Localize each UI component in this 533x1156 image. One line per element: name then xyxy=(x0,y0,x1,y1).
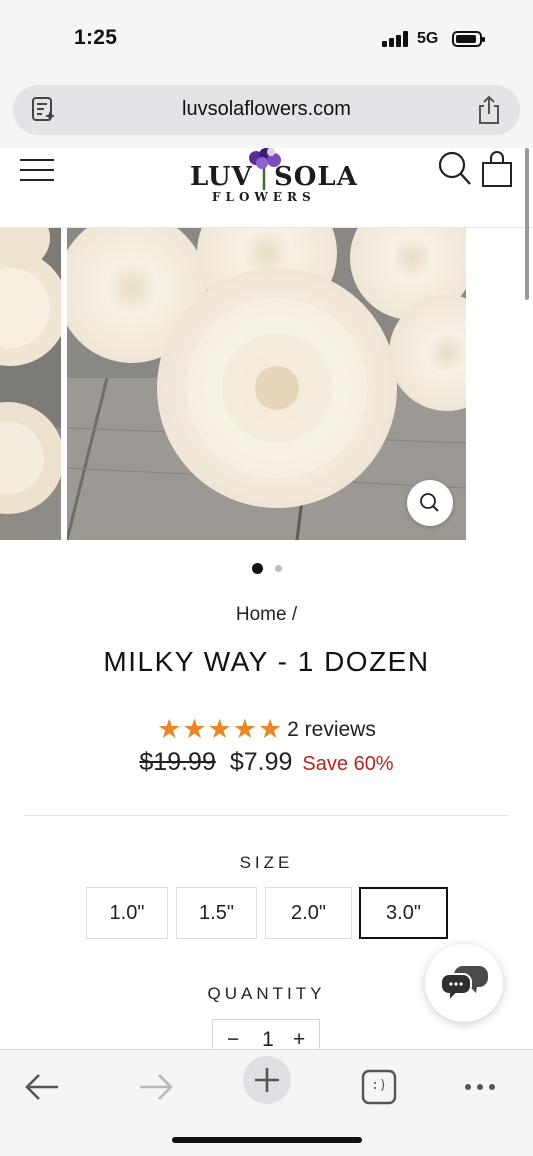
address-bar[interactable]: luvsolaflowers.com xyxy=(13,85,520,135)
site-logo[interactable]: LUV SOLA FLOWERS xyxy=(190,148,357,210)
size-option-2-0[interactable]: 2.0" xyxy=(265,887,352,939)
sale-price: $7.99 xyxy=(229,748,293,776)
product-rating[interactable]: ★★★★★ 2 reviews xyxy=(0,714,533,745)
chat-bubbles-icon xyxy=(440,966,488,1004)
quantity-label: QUANTITY xyxy=(207,984,326,1003)
logo-text-right: SOLA xyxy=(274,162,358,192)
network-type: 5G xyxy=(417,30,439,47)
product-title: MILKY WAY - 1 DOZEN xyxy=(103,646,430,677)
size-option-1-0[interactable]: 1.0" xyxy=(86,887,168,939)
new-tab-plus-icon[interactable] xyxy=(243,1056,291,1104)
shopping-bag-icon[interactable] xyxy=(480,151,514,187)
size-option-3-0[interactable]: 3.0" xyxy=(359,887,448,939)
zoom-button[interactable] xyxy=(407,480,453,526)
gallery-pagination xyxy=(0,560,533,575)
save-badge: Save 60% xyxy=(302,753,394,775)
share-icon[interactable] xyxy=(476,95,502,125)
size-label: SIZE xyxy=(239,853,294,872)
home-indicator[interactable] xyxy=(172,1137,362,1143)
flower-photo-partial xyxy=(0,228,61,540)
price-row: $19.99 $7.99 Save 60% xyxy=(0,748,533,777)
chat-button[interactable] xyxy=(425,944,503,1022)
status-time: 1:25 xyxy=(74,26,118,49)
browser-toolbar: :) xyxy=(0,1049,533,1156)
cellular-signal-icon xyxy=(382,31,410,47)
breadcrumb[interactable]: Home / xyxy=(0,604,533,626)
size-option-1-5[interactable]: 1.5" xyxy=(176,887,257,939)
divider xyxy=(24,815,509,816)
search-icon[interactable] xyxy=(438,151,472,187)
tabs-icon[interactable]: :) xyxy=(356,1064,402,1110)
product-gallery[interactable] xyxy=(0,228,533,540)
logo-subtext: FLOWERS xyxy=(212,190,316,204)
rating-stars-icon: ★★★★★ xyxy=(157,714,284,744)
browser-address-area: luvsolaflowers.com xyxy=(0,72,533,148)
hamburger-menu-icon[interactable] xyxy=(20,156,54,184)
more-icon[interactable] xyxy=(458,1064,504,1110)
battery-icon xyxy=(452,31,485,47)
back-arrow-icon[interactable] xyxy=(20,1064,66,1110)
url-text: luvsolaflowers.com xyxy=(182,98,351,120)
original-price: $19.99 xyxy=(139,748,216,776)
forward-arrow-icon[interactable] xyxy=(132,1064,178,1110)
gallery-dot-2[interactable] xyxy=(274,565,282,573)
magnifier-icon xyxy=(420,493,439,512)
site-header: LUV SOLA FLOWERS xyxy=(0,148,533,228)
reviews-link[interactable]: 2 reviews xyxy=(287,718,376,741)
gallery-dot-1[interactable] xyxy=(251,563,263,575)
status-bar: 1:25 5G xyxy=(0,0,533,72)
tabs-count: :) xyxy=(371,1078,387,1093)
gallery-image-previous[interactable] xyxy=(0,228,61,540)
